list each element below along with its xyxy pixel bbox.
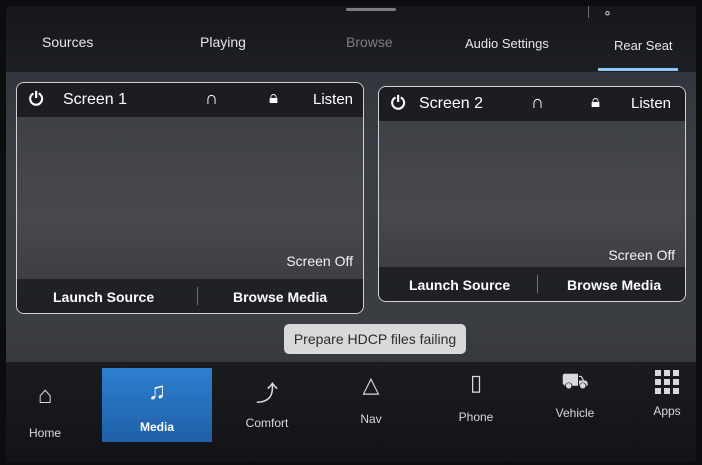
launch-source-button[interactable]: Launch Source	[53, 289, 154, 305]
nav-navigation[interactable]: △ Nav	[346, 362, 396, 462]
screen-2-actions: Launch Source Browse Media	[379, 267, 685, 301]
navigation-arrow-icon: △	[362, 372, 380, 397]
nav-home-label: Home	[28, 426, 61, 440]
home-icon: ⌂	[37, 382, 53, 409]
screen-2-title: Screen 2	[419, 95, 484, 112]
headphones-icon[interactable]: ∩	[205, 88, 218, 109]
lock-icon[interactable]: 🔒︎	[269, 88, 278, 108]
nav-media[interactable]: ♫ Media	[102, 368, 212, 442]
nav-apps[interactable]: Apps	[640, 362, 694, 462]
apps-grid-icon	[655, 370, 679, 394]
browse-media-button[interactable]: Browse Media	[233, 289, 327, 305]
nav-home[interactable]: ⌂ Home	[14, 362, 76, 462]
nav-phone-label: Phone	[458, 410, 494, 424]
power-icon[interactable]: ⏻	[391, 93, 405, 114]
status-divider	[588, 6, 589, 18]
status-handle	[346, 8, 396, 11]
nav-vehicle-label: Vehicle	[555, 406, 595, 420]
tab-rear-seat[interactable]: Rear Seat	[614, 38, 673, 53]
music-note-icon: ♫	[148, 378, 166, 405]
error-toast: Prepare HDCP files failing	[284, 324, 466, 354]
listen-button[interactable]: Listen	[313, 91, 353, 108]
tab-audio-settings[interactable]: Audio Settings	[465, 36, 549, 51]
listen-button[interactable]: Listen	[631, 95, 671, 112]
screen-1-actions: Launch Source Browse Media	[17, 279, 363, 313]
phone-icon: ▯	[469, 370, 483, 395]
bottom-nav-bar: ⌂ Home ♫ Media ⤴ Comfort △ Nav ▯ Phone ⛟…	[6, 362, 696, 462]
screen-2-panel: ⏻ Screen 2 ∩ 🔒︎ Listen Screen Off Launch…	[378, 86, 686, 302]
browse-media-button[interactable]: Browse Media	[567, 277, 661, 293]
power-icon[interactable]: ⏻	[29, 89, 43, 110]
nav-phone[interactable]: ▯ Phone	[448, 362, 504, 462]
nav-media-label: Media	[139, 420, 174, 434]
headphones-icon[interactable]: ∩	[531, 92, 544, 113]
tab-playing[interactable]: Playing	[200, 34, 246, 50]
screen-status: Screen Off	[286, 253, 353, 269]
tab-browse[interactable]: Browse	[346, 34, 393, 50]
top-tab-bar: ⚬ Sources Playing Browse Audio Settings …	[6, 6, 696, 72]
launch-source-button[interactable]: Launch Source	[409, 277, 510, 293]
tab-sources[interactable]: Sources	[42, 34, 93, 50]
action-divider	[537, 275, 538, 293]
active-tab-indicator	[598, 68, 678, 71]
nav-vehicle[interactable]: ⛟ Vehicle	[544, 362, 606, 462]
nav-comfort-label: Comfort	[245, 416, 289, 430]
car-icon: ⛟	[561, 368, 589, 393]
nav-apps-label: Apps	[653, 404, 681, 418]
screen-1-header: ⏻ Screen 1 ∩ 🔒︎ Listen	[17, 83, 363, 117]
screen-2-header: ⏻ Screen 2 ∩ 🔒︎ Listen	[379, 87, 685, 121]
screen-status: Screen Off	[608, 247, 675, 263]
infotainment-screen: ⚬ Sources Playing Browse Audio Settings …	[6, 6, 696, 462]
nav-comfort[interactable]: ⤴ Comfort	[236, 362, 298, 462]
lock-icon[interactable]: 🔒︎	[591, 92, 600, 112]
microphone-icon[interactable]: ⚬	[602, 6, 613, 22]
screen-1-panel: ⏻ Screen 1 ∩ 🔒︎ Listen Screen Off Launch…	[16, 82, 364, 314]
seat-icon: ⤴	[255, 381, 278, 406]
screen-1-title: Screen 1	[63, 91, 128, 108]
nav-nav-label: Nav	[360, 412, 382, 426]
action-divider	[197, 287, 198, 305]
